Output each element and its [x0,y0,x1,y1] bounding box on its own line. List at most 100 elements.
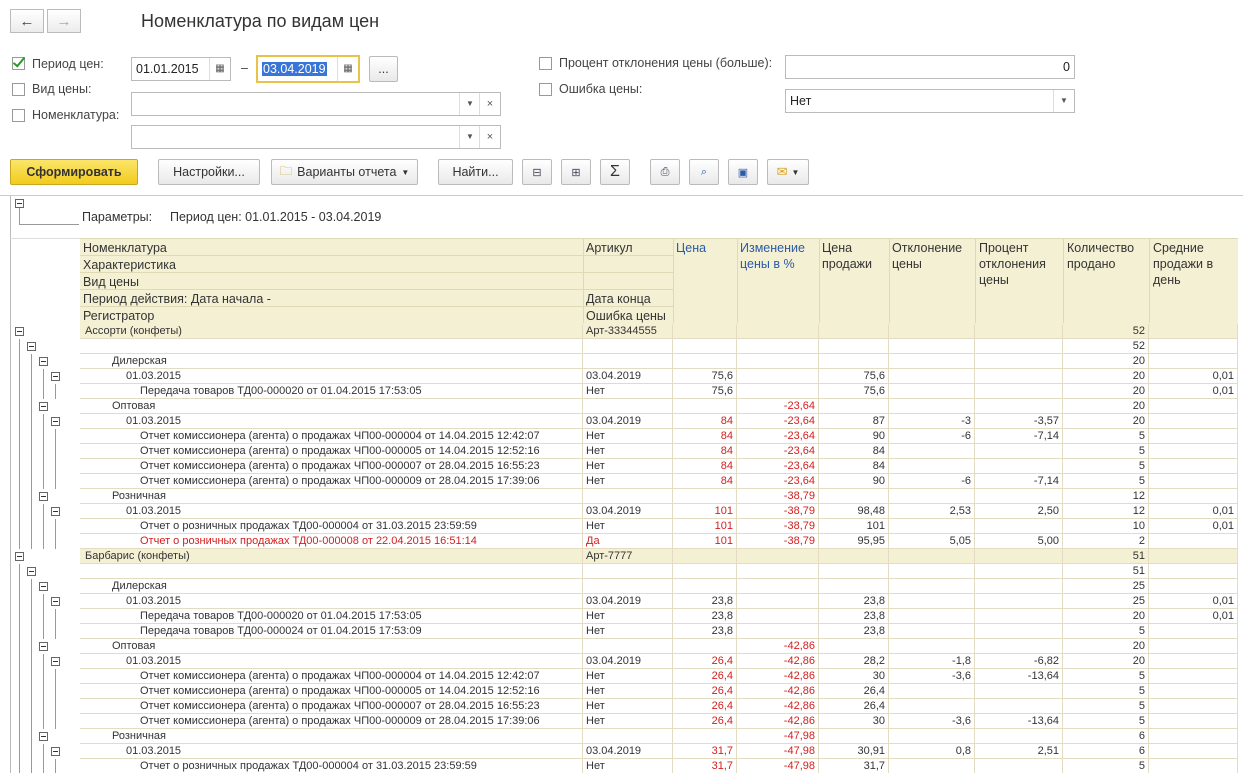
collapse-row-icon[interactable] [51,747,60,756]
table-row[interactable]: Отчет комиссионера (агента) о продажах Ч… [10,429,1243,444]
row-avg [1149,429,1238,444]
tree-line [55,684,56,699]
table-row[interactable]: 01.03.2015 03.04.2019 31,7 -47,98 30,91 0,8 2,… [10,744,1243,759]
report-variants-button[interactable]: 🗀 Варианты отчета ▼ [271,159,418,185]
calendar-icon[interactable]: ▦ [337,57,358,81]
settings-button[interactable]: Настройки... [158,159,260,185]
date-from-field[interactable]: 01.01.2015 ▦ [131,57,231,81]
back-button[interactable]: ← [10,9,44,33]
collapse-row-icon[interactable] [39,357,48,366]
collapse-row-icon[interactable] [39,642,48,651]
table-row[interactable]: Отчет о розничных продажах ТД00-000004 о… [10,519,1243,534]
row-pct [975,699,1063,714]
table-row[interactable]: Отчет комиссионера (агента) о продажах Ч… [10,459,1243,474]
row-dev [889,369,975,384]
table-row[interactable]: 01.03.2015 03.04.2019 75,6 75,6 20 0,01 [10,369,1243,384]
row-price [673,489,737,504]
table-row[interactable]: Отчет комиссионера (агента) о продажах Ч… [10,699,1243,714]
table-row[interactable]: Отчет комиссионера (агента) о продажах Ч… [10,669,1243,684]
table-row[interactable]: Отчет комиссионера (агента) о продажах Ч… [10,714,1243,729]
row-sale: 95,95 [819,534,889,549]
nomenclature-field[interactable]: ▼ × [131,125,501,149]
collapse-groups-button[interactable]: ⊟ [522,159,552,185]
table-row[interactable]: Передача товаров ТД00-000020 от 01.04.20… [10,609,1243,624]
collapse-row-icon[interactable] [27,567,36,576]
table-row[interactable]: Оптовая -42,86 20 [10,639,1243,654]
row-qty: 20 [1063,654,1149,669]
table-row[interactable]: 51 [10,564,1243,579]
collapse-row-icon[interactable] [27,342,36,351]
date-to-field[interactable]: 03.04.2019 ▦ [256,55,360,83]
collapse-row-icon[interactable] [51,507,60,516]
clear-icon[interactable]: × [479,126,500,148]
preview-button[interactable]: ⌕ [689,159,719,185]
tree-line [55,699,56,714]
table-row[interactable]: 01.03.2015 03.04.2019 26,4 -42,86 28,2 -1,8 -6… [10,654,1243,669]
collapse-row-icon[interactable] [15,327,24,336]
chevron-down-icon[interactable]: ▼ [1053,90,1074,112]
print-button[interactable]: ⎙ [650,159,680,185]
table-row[interactable]: 01.03.2015 03.04.2019 23,8 23,8 25 0,01 [10,594,1243,609]
collapse-row-icon[interactable] [39,732,48,741]
row-dev [889,579,975,594]
collapse-row-icon[interactable] [39,402,48,411]
table-row[interactable]: Ассорти (конфеты) Арт-33344555 52 [10,324,1243,339]
price-error-checkbox[interactable] [539,83,552,96]
email-button[interactable]: ✉ ▼ [767,159,809,185]
row-avg [1149,489,1238,504]
table-row[interactable]: Дилерская 20 [10,354,1243,369]
price-error-select[interactable]: Нет ▼ [785,89,1075,113]
forward-button[interactable]: → [47,9,81,33]
chevron-down-icon[interactable]: ▼ [459,126,480,148]
header-deviation-percent: Процент отклонения цены [979,241,1046,287]
sum-button[interactable]: Σ [600,159,630,185]
table-row[interactable]: 52 [10,339,1243,354]
price-error-label: Ошибка цены: [559,82,643,96]
find-button[interactable]: Найти... [438,159,513,185]
table-row[interactable]: Отчет комиссионера (агента) о продажах Ч… [10,684,1243,699]
generate-button[interactable]: Сформировать [10,159,138,185]
table-row[interactable]: 01.03.2015 03.04.2019 101 -38,79 98,48 2,53 2,… [10,504,1243,519]
row-price: 84 [673,414,737,429]
row-qty: 20 [1063,384,1149,399]
table-row[interactable]: Розничная -38,79 12 [10,489,1243,504]
table-row[interactable]: Передача товаров ТД00-000020 от 01.04.20… [10,384,1243,399]
deviation-checkbox[interactable] [539,57,552,70]
table-row[interactable]: Розничная -47,98 6 [10,729,1243,744]
table-row[interactable]: Оптовая -23,64 20 [10,399,1243,414]
collapse-row-icon[interactable] [39,492,48,501]
period-select-button[interactable]: ... [369,56,398,82]
period-checkbox[interactable] [12,57,25,70]
row-article: Нет [583,684,673,699]
collapse-params-icon[interactable] [15,199,24,208]
row-pct: 5,00 [975,534,1063,549]
calendar-icon[interactable]: ▦ [209,58,230,80]
table-row[interactable]: Передача товаров ТД00-000024 от 01.04.20… [10,624,1243,639]
deviation-input[interactable]: 0 [785,55,1075,79]
clear-icon[interactable]: × [479,93,500,115]
collapse-row-icon[interactable] [39,582,48,591]
expand-groups-button[interactable]: ⊞ [561,159,591,185]
save-button[interactable]: ▣ [728,159,758,185]
nomenclature-checkbox[interactable] [12,109,25,122]
price-type-checkbox[interactable] [12,83,25,96]
collapse-row-icon[interactable] [15,552,24,561]
table-row[interactable]: Отчет о розничных продажах ТД00-000008 о… [10,534,1243,549]
collapse-row-icon[interactable] [51,417,60,426]
tree-line [19,534,20,549]
report-area[interactable]: Параметры: Период цен: 01.01.2015 - 03.0… [10,196,1243,773]
tree-line [43,504,44,519]
row-avg [1149,474,1238,489]
table-row[interactable]: 01.03.2015 03.04.2019 84 -23,64 87 -3 -3,57 20 [10,414,1243,429]
collapse-row-icon[interactable] [51,657,60,666]
collapse-row-icon[interactable] [51,597,60,606]
table-row[interactable]: Отчет о розничных продажах ТД00-000004 о… [10,759,1243,773]
row-dev: 0,8 [889,744,975,759]
collapse-row-icon[interactable] [51,372,60,381]
table-row[interactable]: Барбарис (конфеты) Арт-7777 51 [10,549,1243,564]
table-row[interactable]: Отчет комиссионера (агента) о продажах Ч… [10,444,1243,459]
chevron-down-icon[interactable]: ▼ [459,93,480,115]
table-row[interactable]: Дилерская 25 [10,579,1243,594]
table-row[interactable]: Отчет комиссионера (агента) о продажах Ч… [10,474,1243,489]
price-type-field[interactable]: ▼ × [131,92,501,116]
